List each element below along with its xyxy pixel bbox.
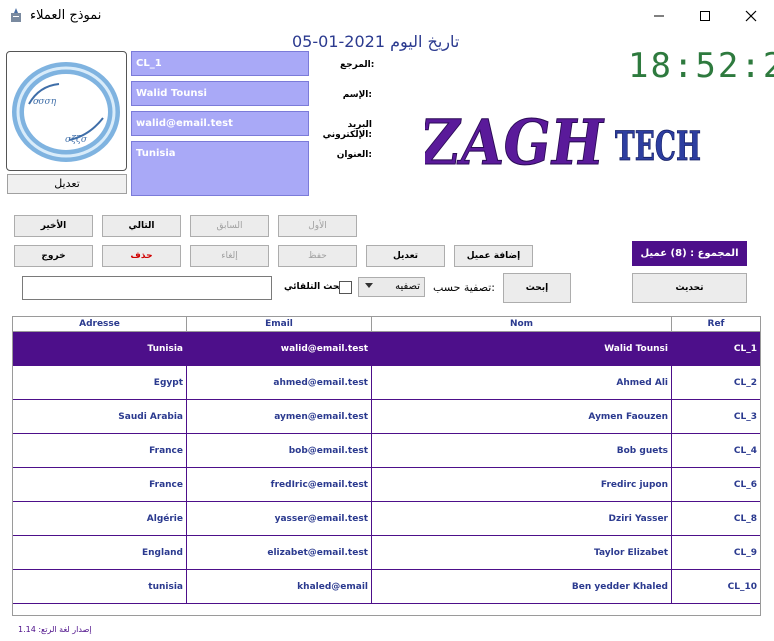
total-badge: المجموع : (8) عميل [632,241,747,266]
close-icon [745,10,757,21]
column-header-email[interactable]: Email [187,317,372,332]
table-header: Adresse Email Nom Ref [13,317,760,332]
column-header-adresse[interactable]: Adresse [13,317,187,332]
table-row[interactable]: Algérie yasser@email.test Dziri Yasser C… [13,502,760,536]
minimize-button[interactable] [636,0,682,31]
cell-email: fredIric@email.test [187,468,372,502]
cell-ref: CL_4 [733,446,757,456]
filter-label: تصفية حسب: [433,281,496,294]
last-button[interactable]: الأخير [14,215,93,237]
customers-table[interactable]: Adresse Email Nom Ref Tunisia walid@emai… [12,316,761,616]
version-label: إصدار لغة الرتع: 1.14 [18,625,92,634]
maximize-button[interactable] [682,0,728,31]
maximize-icon [700,10,710,21]
ring-image-icon: ơσση σζζσ [12,62,120,162]
email-label: البريد الإلكتروني: [322,120,372,140]
table-row[interactable]: tunisia khaled@email Ben yedder Khaled C… [13,570,760,604]
photo-edit-button[interactable]: تعديل [7,174,127,194]
add-customer-button[interactable]: إضافة عميل [454,245,533,267]
table-row[interactable]: Saudi Arabia aymen@email.test Aymen Faou… [13,400,760,434]
refresh-button[interactable]: تحديث [632,273,747,303]
cell-nom: Bob guets [372,434,672,468]
cell-nom: Fredirc jupon [372,468,672,502]
ref-field[interactable]: CL_1 [131,51,309,76]
cell-adresse: Egypt [13,366,187,400]
cell-email: khaled@email [187,570,372,604]
column-header-ref[interactable]: Ref [672,317,760,332]
window-title: نموذج العملاء [30,8,102,23]
cell-adresse: Saudi Arabia [13,400,187,434]
cell-email: walid@email.test [187,332,372,366]
svg-text:σζζσ: σζζσ [65,135,88,145]
edit-button[interactable]: تعديل [366,245,445,267]
svg-text:ZAGH: ZAGH [425,106,609,179]
cell-adresse: England [13,536,187,570]
cell-email: yasser@email.test [187,502,372,536]
auto-search-checkbox[interactable] [339,281,352,294]
exit-button[interactable]: خروج [14,245,93,267]
table-row[interactable]: Egypt ahmed@email.test Ahmed Ali CL_2 [13,366,760,400]
minimize-icon [654,15,664,16]
first-button[interactable]: الأول [278,215,357,237]
column-header-nom[interactable]: Nom [372,317,672,332]
customer-form-window: نموذج العملاء تاريخ اليوم 2021-01-05 18:… [0,0,774,641]
table-row[interactable]: France bob@email.test Bob guets CL_4 [13,434,760,468]
cell-nom: Walid Tounsi [372,332,672,366]
today-date: تاريخ اليوم 2021-01-05 [292,32,460,51]
cell-nom: Taylor Elizabet [372,536,672,570]
chevron-down-icon [365,283,373,288]
cell-nom: Aymen Faouzen [372,400,672,434]
cell-nom: Dziri Yasser [372,502,672,536]
email-field[interactable]: walid@email.test [131,111,309,136]
next-button[interactable]: التالي [102,215,181,237]
address-field[interactable]: Tunisia [131,141,309,196]
ref-label: المرجع: [340,60,375,70]
cell-ref: CL_3 [733,412,757,422]
auto-search-label: بحث التلقائي [284,282,343,292]
table-row[interactable]: France fredIric@email.test Fredirc jupon… [13,468,760,502]
svg-text:TECH: TECH [615,123,701,170]
cell-ref: CL_2 [733,378,757,388]
cell-adresse: France [13,434,187,468]
table-row[interactable]: England elizabet@email.test Taylor Eliza… [13,536,760,570]
cell-ref: CL_1 [733,344,757,354]
cell-adresse: tunisia [13,570,187,604]
table-row[interactable]: Tunisia walid@email.test Walid Tounsi CL… [13,332,760,366]
cell-ref: CL_8 [733,514,757,524]
title-bar: نموذج العملاء [0,0,774,32]
cell-email: bob@email.test [187,434,372,468]
cancel-button[interactable]: إلغاء [190,245,269,267]
name-field[interactable]: Walid Tounsi [131,81,309,106]
digital-clock: 18:52:25 [628,46,774,86]
filter-value: تصفيه [395,281,420,292]
search-input[interactable] [22,276,272,300]
close-button[interactable] [728,0,774,31]
cell-ref: CL_10 [727,582,757,592]
cell-email: aymen@email.test [187,400,372,434]
cell-email: ahmed@email.test [187,366,372,400]
search-button[interactable]: إبحث [503,273,571,303]
app-icon [11,8,21,22]
previous-button[interactable]: السابق [190,215,269,237]
cell-email: elizabet@email.test [187,536,372,570]
address-label: العنوان: [336,150,372,160]
customer-photo: ơσση σζζσ [6,51,127,171]
cell-ref: CL_6 [733,480,757,490]
cell-adresse: Algérie [13,502,187,536]
cell-nom: Ben yedder Khaled [372,570,672,604]
filter-dropdown[interactable]: تصفيه [358,277,425,297]
cell-ref: CL_9 [733,548,757,558]
save-button[interactable]: حفظ [278,245,357,267]
delete-button[interactable]: حذف [102,245,181,267]
svg-text:ơσση: ơσση [33,97,57,107]
cell-adresse: France [13,468,187,502]
name-label: الإسم: [342,90,372,100]
zagh-tech-logo: ZAGH TECH [425,106,701,180]
cell-adresse: Tunisia [13,332,187,366]
cell-nom: Ahmed Ali [372,366,672,400]
